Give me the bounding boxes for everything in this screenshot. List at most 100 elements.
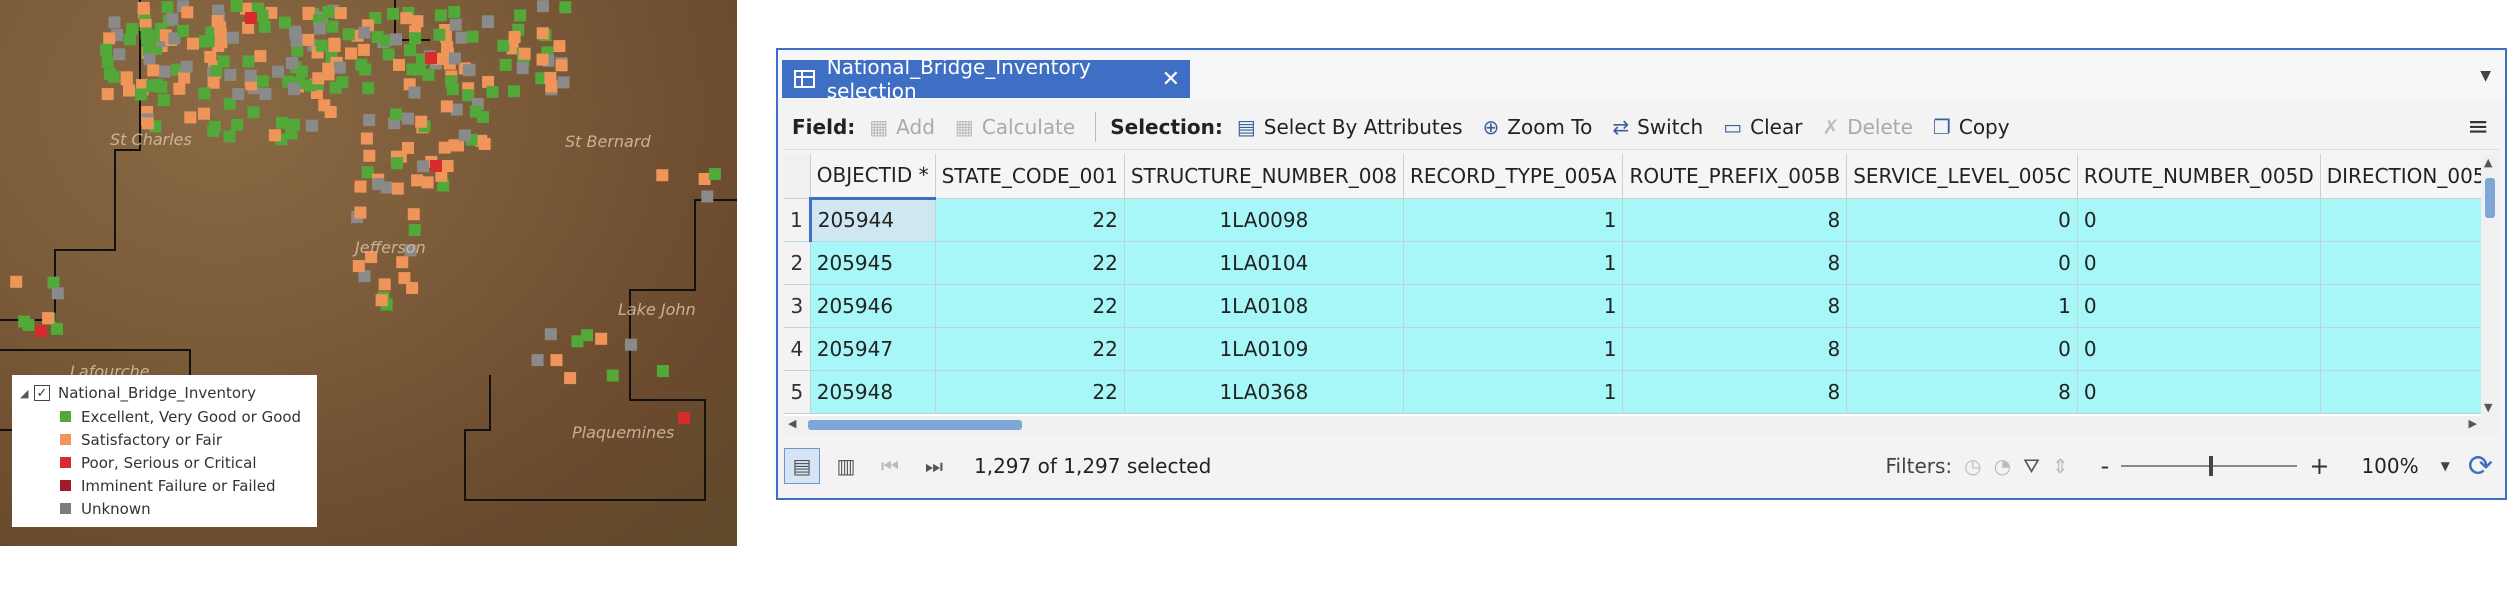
bridge-marker[interactable] <box>103 32 116 45</box>
bridge-marker[interactable] <box>113 48 126 61</box>
bridge-marker[interactable] <box>180 60 193 73</box>
bridge-marker[interactable] <box>272 65 285 78</box>
column-header[interactable]: DIRECTION_005E <box>2320 154 2499 199</box>
bridge-marker[interactable] <box>101 88 114 101</box>
bridge-marker[interactable] <box>656 365 669 377</box>
clear-selection-button[interactable]: ▭ Clear <box>1723 115 1802 139</box>
bridge-marker[interactable] <box>466 30 479 43</box>
bridge-marker[interactable] <box>158 65 171 78</box>
bridge-marker[interactable] <box>545 80 558 93</box>
extent-filter-icon[interactable]: ⇕ <box>2052 454 2069 478</box>
show-selected-records-button[interactable]: ▥ <box>828 448 864 484</box>
table-cell[interactable]: 1LA0098 <box>1124 198 1404 242</box>
bridge-marker[interactable] <box>387 7 399 20</box>
table-cell[interactable]: 1 <box>1403 198 1624 242</box>
bridge-marker[interactable] <box>678 412 690 424</box>
column-header[interactable]: SERVICE_LEVEL_005C <box>1846 154 2078 199</box>
bridge-marker[interactable] <box>35 325 47 337</box>
time-filter-icon[interactable]: ◷ <box>1964 454 1981 478</box>
bridge-marker[interactable] <box>290 34 303 47</box>
bridge-marker[interactable] <box>227 31 239 44</box>
bridge-marker[interactable] <box>445 75 458 88</box>
bridge-marker[interactable] <box>18 315 31 328</box>
zoom-out-button[interactable]: - <box>2101 452 2110 480</box>
bridge-marker[interactable] <box>363 149 376 162</box>
bridge-marker[interactable] <box>173 82 186 95</box>
bridge-marker[interactable] <box>390 33 402 46</box>
bridge-marker[interactable] <box>242 55 255 68</box>
bridge-marker[interactable] <box>378 278 391 291</box>
bridge-marker[interactable] <box>187 37 199 50</box>
bridge-marker[interactable] <box>302 33 315 46</box>
bridge-marker[interactable] <box>275 116 288 129</box>
bridge-marker[interactable] <box>571 335 584 348</box>
table-cell[interactable]: 0 <box>1846 241 2078 285</box>
zoom-dropdown-icon[interactable]: ▼ <box>2441 459 2450 473</box>
bridge-marker[interactable] <box>141 117 154 130</box>
bridge-marker[interactable] <box>514 9 527 22</box>
bridge-marker[interactable] <box>254 50 267 63</box>
bridge-marker[interactable] <box>244 69 257 82</box>
add-field-button[interactable]: ▦ Add <box>869 115 935 139</box>
table-cell[interactable]: 0 <box>2320 327 2499 371</box>
bridge-marker[interactable] <box>407 208 420 221</box>
table-cell[interactable]: 1 <box>1403 284 1624 328</box>
bridge-marker[interactable] <box>701 190 714 203</box>
table-cell[interactable]: 1LA0104 <box>1124 241 1404 285</box>
zoom-slider[interactable] <box>2121 456 2298 476</box>
row-number[interactable]: 4 <box>784 327 811 371</box>
scroll-left-arrow-icon[interactable]: ◀ <box>788 417 796 430</box>
range-filter-icon[interactable]: ◔ <box>1994 454 2011 478</box>
bridge-marker[interactable] <box>408 224 421 237</box>
bridge-marker[interactable] <box>288 118 300 131</box>
column-header[interactable]: RECORD_TYPE_005A <box>1403 154 1624 199</box>
zoom-in-button[interactable]: + <box>2309 452 2329 480</box>
bridge-marker[interactable] <box>402 112 414 125</box>
row-number[interactable]: 2 <box>784 241 811 285</box>
bridge-marker[interactable] <box>362 82 375 95</box>
bridge-marker[interactable] <box>486 85 499 98</box>
bridge-marker[interactable] <box>324 106 337 118</box>
bridge-marker[interactable] <box>421 176 434 189</box>
bridge-marker[interactable] <box>204 50 217 63</box>
table-cell[interactable]: 8 <box>1622 198 1848 242</box>
bridge-marker[interactable] <box>448 6 461 18</box>
last-record-icon[interactable]: ⏭ <box>916 448 952 484</box>
bridge-marker[interactable] <box>396 256 409 269</box>
table-row[interactable]: 2205945221LA0104180000 <box>784 241 2499 285</box>
bridge-marker[interactable] <box>177 24 189 37</box>
copy-button[interactable]: ❐ Copy <box>1933 115 2010 139</box>
table-cell[interactable]: 22 <box>935 284 1125 328</box>
horizontal-scroll-thumb[interactable] <box>808 420 1022 430</box>
table-cell[interactable]: 8 <box>1846 370 2078 414</box>
column-header[interactable]: STATE_CODE_001 <box>935 154 1125 199</box>
table-cell[interactable]: 205946 <box>810 284 936 328</box>
close-tab-icon[interactable]: ✕ <box>1162 67 1180 92</box>
bridge-marker[interactable] <box>430 160 442 172</box>
bridge-marker[interactable] <box>354 180 367 193</box>
table-cell[interactable]: 0 <box>2077 327 2321 371</box>
table-cell[interactable]: 1 <box>1846 284 2078 328</box>
table-row[interactable]: 5205948221LA0368188000 <box>784 370 2499 414</box>
table-cell[interactable]: 22 <box>935 198 1125 242</box>
bridge-marker[interactable] <box>51 287 64 300</box>
bridge-marker[interactable] <box>123 84 135 97</box>
bridge-marker[interactable] <box>371 31 384 44</box>
bridge-marker[interactable] <box>210 65 223 77</box>
bridge-marker[interactable] <box>531 354 544 367</box>
bridge-marker[interactable] <box>518 47 531 60</box>
bridge-marker[interactable] <box>544 328 557 341</box>
bridge-marker[interactable] <box>402 141 414 154</box>
bridge-marker[interactable] <box>508 85 520 98</box>
bridge-marker[interactable] <box>223 130 236 143</box>
bridge-marker[interactable] <box>458 129 471 142</box>
bridge-marker[interactable] <box>247 106 260 119</box>
bridge-marker[interactable] <box>516 62 529 75</box>
bridge-marker[interactable] <box>322 6 335 18</box>
bridge-marker[interactable] <box>334 7 347 20</box>
bridge-marker[interactable] <box>449 18 462 31</box>
bridge-marker[interactable] <box>411 174 424 187</box>
bridge-marker[interactable] <box>478 138 491 150</box>
bridge-marker[interactable] <box>135 88 148 101</box>
table-row[interactable]: 1205944221LA0098180000 <box>784 198 2499 242</box>
